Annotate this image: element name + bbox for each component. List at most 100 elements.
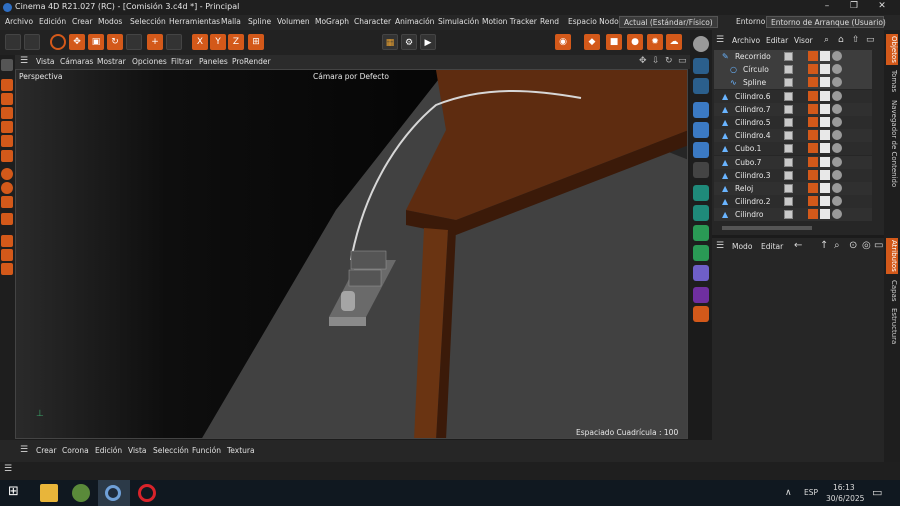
visibility-toggle[interactable] [784, 144, 793, 154]
object-name[interactable]: Cubo.1 [735, 144, 761, 153]
tab-navegador[interactable]: Navegador de Contenido [886, 100, 898, 187]
object-name[interactable]: Cilindro.4 [735, 131, 771, 140]
cube-primitive-icon[interactable]: ◆ [584, 34, 600, 50]
solo-off-icon[interactable] [1, 263, 13, 275]
sky-icon[interactable]: ☁ [666, 34, 682, 50]
object-row[interactable]: ○ Círculo [714, 63, 872, 77]
phong-tag-icon[interactable] [808, 64, 818, 75]
scale-tool-icon[interactable]: ▣ [88, 34, 104, 50]
menu-edicion[interactable]: Edición [39, 17, 66, 26]
visibility-toggle[interactable] [784, 91, 793, 101]
maximize-view-icon[interactable]: ▭ [678, 56, 687, 66]
dots-icon[interactable] [693, 78, 709, 94]
object-name[interactable]: Círculo [743, 65, 769, 74]
visibility-toggle[interactable] [784, 65, 793, 75]
menu-render[interactable]: Rend [540, 17, 559, 26]
clock-date[interactable]: 30/6/2025 [826, 494, 864, 503]
object-name[interactable]: Cilindro.7 [735, 105, 771, 114]
menu-seleccion[interactable]: Selección [130, 17, 166, 26]
edges-mode-icon[interactable] [1, 121, 13, 133]
material-tag-icon[interactable] [832, 90, 842, 101]
menu-volumen[interactable]: Volumen [277, 17, 310, 26]
material-menu-funcion[interactable]: Función [192, 446, 221, 455]
target-attr-icon[interactable]: ◎ [862, 240, 871, 251]
texture-tag-icon[interactable] [820, 183, 830, 193]
menu-herramientas[interactable]: Herramientas [169, 17, 220, 26]
live-selection-icon[interactable] [50, 34, 66, 50]
app-icon[interactable] [72, 484, 90, 502]
particles-icon[interactable] [693, 245, 709, 261]
phong-tag-icon[interactable] [808, 183, 818, 193]
edit-render-settings-icon[interactable]: ◉ [555, 34, 571, 50]
texture-tag-icon[interactable] [820, 103, 830, 114]
visibility-toggle[interactable] [784, 170, 793, 180]
object-row[interactable]: ▲ Cilindro.5 [714, 116, 872, 129]
material-tag-icon[interactable] [832, 77, 842, 88]
object-row[interactable]: ▲ Cilindro.2 [714, 195, 872, 209]
status-hamburger-icon[interactable]: ☰ [4, 464, 12, 474]
texture-tag-icon[interactable] [820, 209, 830, 220]
texture-tag-icon[interactable] [820, 196, 830, 207]
object-new-window-icon[interactable]: ▭ [866, 35, 875, 45]
sun-icon[interactable]: ✹ [647, 34, 663, 50]
language-indicator[interactable]: ESP [804, 488, 818, 497]
object-search-icon[interactable]: ⌕ [824, 35, 829, 45]
undo-button[interactable] [5, 34, 21, 50]
visibility-toggle[interactable] [784, 197, 793, 207]
material-tag-icon[interactable] [832, 143, 842, 154]
material-tag-icon[interactable] [832, 130, 842, 141]
visibility-toggle[interactable] [784, 210, 793, 220]
texture-mode-icon[interactable] [1, 93, 13, 105]
light-icon[interactable]: ● [627, 34, 643, 50]
object-row[interactable]: ▲ Cilindro.3 [714, 168, 872, 182]
phong-tag-icon[interactable] [808, 196, 818, 207]
object-menu-editar[interactable]: Editar [766, 36, 788, 45]
menu-malla[interactable]: Malla [221, 17, 241, 26]
environment-dropdown[interactable]: Entorno de Arranque (Usuario) [766, 16, 886, 28]
make-editable-icon[interactable] [1, 59, 13, 71]
material-tag-icon[interactable] [832, 64, 842, 75]
file-explorer-icon[interactable] [40, 484, 58, 502]
material-menu-corona[interactable]: Corona [62, 446, 89, 455]
material-tag-icon[interactable] [832, 117, 842, 127]
material-menu-crear[interactable]: Crear [36, 446, 56, 455]
y-axis-button[interactable]: Y [210, 34, 226, 50]
render-region-icon[interactable]: ▦ [382, 34, 398, 50]
object-row[interactable]: ✎ Recorrido [714, 50, 872, 63]
tab-objetos[interactable]: Objetos [886, 34, 898, 65]
material-tag-icon[interactable] [832, 196, 842, 207]
transform-tool-icon[interactable]: + [147, 34, 163, 50]
object-row[interactable]: ▲ Cilindro.4 [714, 129, 872, 143]
material-tag-icon[interactable] [832, 183, 842, 193]
object-name[interactable]: Reloj [735, 184, 753, 193]
object-menu-archivo[interactable]: Archivo [732, 36, 760, 45]
object-row[interactable]: ▲ Cubo.7 [714, 155, 872, 169]
render-view-icon[interactable]: ▶ [420, 34, 436, 50]
phong-tag-icon[interactable] [808, 130, 818, 141]
tab-atributos[interactable]: Atributos [886, 238, 898, 274]
phong-tag-icon[interactable] [808, 117, 818, 127]
viewport-camera-label[interactable]: Cámara por Defecto [313, 72, 389, 81]
object-row[interactable]: ▲ Cilindro.6 [714, 89, 872, 103]
object-hscrollbar[interactable] [722, 226, 812, 230]
points-mode-icon[interactable] [1, 107, 13, 119]
z-axis-button[interactable]: Z [228, 34, 244, 50]
clock-time[interactable]: 16:13 [833, 483, 855, 492]
phong-tag-icon[interactable] [808, 51, 818, 61]
cloner-icon[interactable] [693, 205, 709, 221]
object-row[interactable]: ▲ Cilindro [714, 208, 872, 222]
phong-tag-icon[interactable] [808, 77, 818, 88]
menu-motion-tracker[interactable]: Motion Tracker [482, 17, 537, 26]
object-name[interactable]: Cilindro [735, 210, 764, 219]
new-attr-window-icon[interactable]: ▭ [874, 240, 883, 251]
deformer-icon[interactable] [693, 265, 709, 281]
tab-estructura[interactable]: Estructura [886, 308, 898, 344]
material-tag-icon[interactable] [832, 51, 842, 61]
viewport-menu-prorender[interactable]: ProRender [232, 57, 271, 66]
measure-icon[interactable] [693, 287, 709, 303]
visibility-toggle[interactable] [784, 52, 793, 61]
material-menu-edicion[interactable]: Edición [95, 446, 122, 455]
snap-settings-icon[interactable] [1, 182, 13, 194]
redo-button[interactable] [24, 34, 40, 50]
search-attr-icon[interactable]: ⌕ [834, 240, 840, 251]
